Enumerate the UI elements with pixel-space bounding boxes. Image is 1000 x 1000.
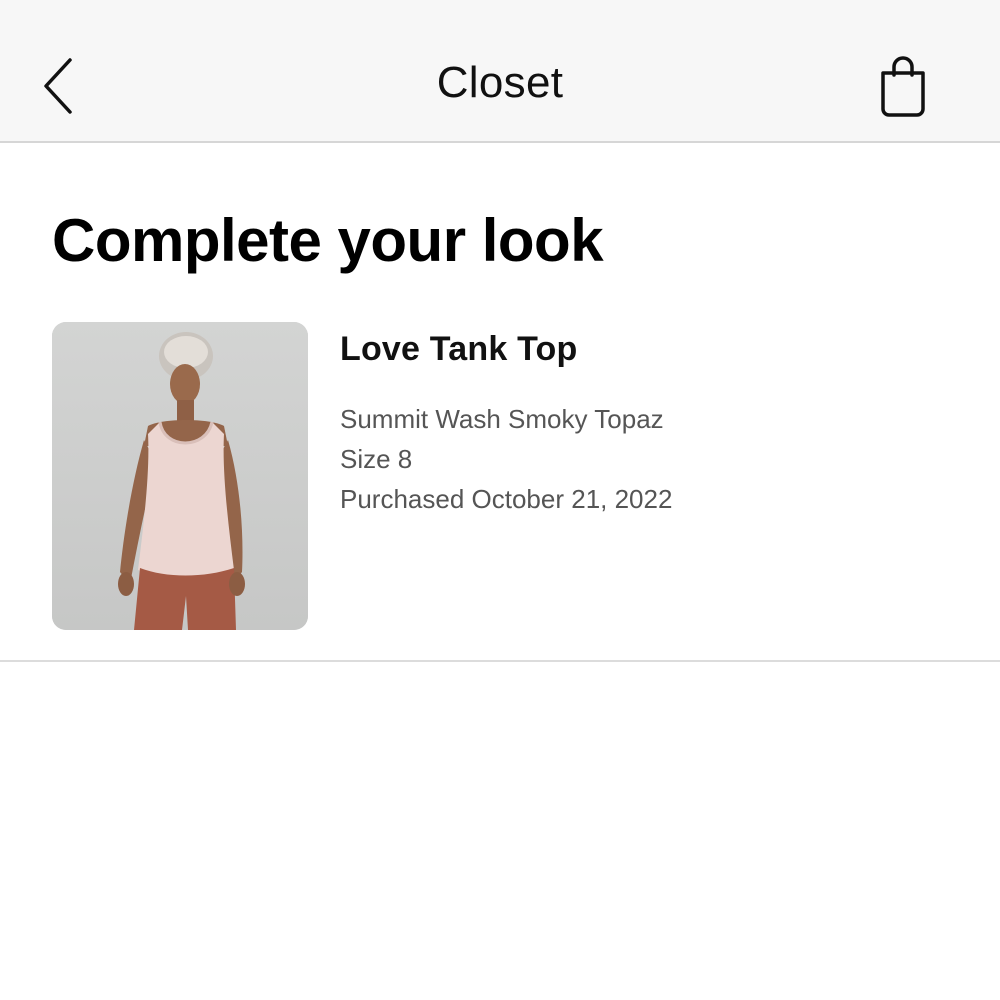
product-color: Summit Wash Smoky Topaz [340, 404, 664, 434]
section-heading: Complete your look [52, 207, 604, 274]
nav-bar: Closet [0, 0, 1000, 143]
product-size: Size 8 [340, 444, 413, 474]
shopping-bag-icon [881, 56, 925, 117]
closet-screen: Closet Complete your look Love Tank Top … [0, 0, 1000, 1000]
product-info: Love Tank Top Summit Wash Smoky Topaz Si… [340, 330, 672, 519]
back-button[interactable] [30, 46, 90, 126]
chevron-left-icon [44, 58, 72, 114]
product-name[interactable]: Love Tank Top [340, 330, 672, 369]
product-card[interactable]: Love Tank Top Summit Wash Smoky Topaz Si… [0, 300, 1000, 662]
product-photo [52, 322, 308, 630]
product-image[interactable] [52, 322, 308, 630]
purchase-date: Purchased October 21, 2022 [340, 484, 673, 514]
shopping-bag-button[interactable] [868, 46, 938, 126]
page-title: Closet [436, 58, 564, 107]
